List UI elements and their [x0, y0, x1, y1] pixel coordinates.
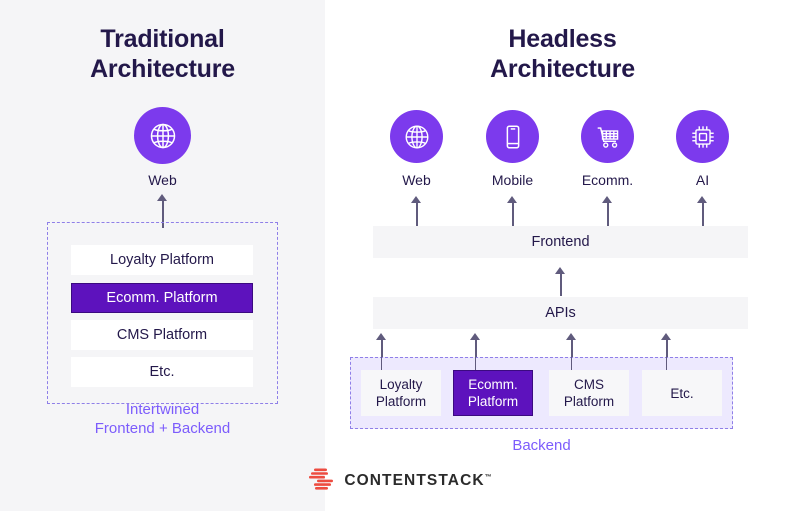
service-box-loyalty-platform[interactable]: Loyalty Platform: [361, 370, 441, 416]
headless-panel-title: Headless Architecture: [325, 24, 800, 84]
headless-architecture-panel: Headless Architecture Web Mobile Ecomm. …: [325, 0, 800, 511]
headless-ai-badge: [676, 110, 729, 163]
apis-layer-bar: APIs: [373, 297, 748, 329]
service-box-etc-line1: Etc.: [670, 385, 694, 401]
traditional-title-line1: Traditional: [100, 25, 225, 53]
arrow-etc-to-apis: [661, 333, 672, 358]
connector-ecomm: [474, 357, 477, 371]
globe-icon: [402, 122, 432, 152]
intertwined-caption-line2: Frontend + Backend: [94, 420, 231, 437]
headless-ecomm-badge: [581, 110, 634, 163]
stack-box-loyalty-platform-label: Loyalty Platform: [110, 252, 214, 268]
headless-mobile-badge: [486, 110, 539, 163]
headless-web-label: Web: [402, 172, 431, 188]
cpu-chip-icon: [688, 122, 718, 152]
arrow-ecomm-to-apis: [470, 333, 481, 358]
service-box-loyalty-platform-line2: Platform: [375, 394, 427, 409]
service-box-ecomm-platform[interactable]: Ecomm. Platform: [453, 370, 533, 416]
service-box-cms-platform-line2: Platform: [563, 394, 615, 409]
contentstack-logo-mark: [308, 467, 335, 496]
traditional-architecture-panel: Traditional Architecture Web Loyalty Pla…: [0, 0, 325, 511]
shopping-cart-icon: [593, 122, 623, 152]
intertwined-caption: Intertwined Frontend + Backend: [32, 400, 293, 438]
arrow-apis-to-frontend: [555, 267, 566, 296]
stack-box-etc-label: Etc.: [149, 364, 175, 380]
globe-icon: [147, 120, 179, 152]
mobile-icon: [498, 122, 528, 152]
service-box-etc[interactable]: Etc.: [642, 370, 722, 416]
backend-caption: Backend: [512, 437, 571, 454]
service-box-ecomm-platform-line1: Ecomm.: [468, 377, 518, 392]
headless-title-line1: Headless: [508, 25, 617, 53]
service-box-loyalty-platform-line1: Loyalty: [379, 377, 423, 392]
arrow-frontend-to-ai: [697, 196, 708, 226]
headless-mobile-label: Mobile: [491, 172, 534, 188]
stack-box-etc[interactable]: Etc.: [71, 357, 253, 387]
arrow-frontend-to-ecomm: [602, 196, 613, 226]
service-box-cms-platform[interactable]: CMS Platform: [549, 370, 629, 416]
frontend-layer-bar: Frontend: [373, 226, 748, 258]
stack-box-loyalty-platform[interactable]: Loyalty Platform: [71, 245, 253, 275]
contentstack-wordmark-text: CONTENTSTACK: [344, 472, 485, 489]
headless-web-badge: [390, 110, 443, 163]
headless-ai-label: AI: [695, 172, 710, 188]
traditional-web-label: Web: [148, 172, 177, 188]
stack-box-ecomm-platform-label: Ecomm. Platform: [106, 290, 218, 306]
connector-loyalty: [380, 357, 383, 371]
diagram-canvas: Traditional Architecture Web Loyalty Pla…: [0, 0, 800, 511]
stack-box-cms-platform-label: CMS Platform: [116, 327, 208, 343]
intertwined-caption-line1: Intertwined: [125, 401, 200, 418]
headless-ecomm-label: Ecomm.: [581, 172, 634, 188]
stack-box-cms-platform[interactable]: CMS Platform: [71, 320, 253, 350]
traditional-panel-title: Traditional Architecture: [0, 24, 325, 84]
service-box-cms-platform-line1: CMS: [573, 377, 604, 392]
stack-box-ecomm-platform[interactable]: Ecomm. Platform: [71, 283, 253, 313]
arrow-loyalty-to-apis: [376, 333, 387, 358]
frontend-layer-label: Frontend: [531, 234, 590, 250]
arrow-cms-to-apis: [566, 333, 577, 358]
contentstack-logo: CONTENTSTACK™: [0, 466, 800, 496]
apis-layer-label: APIs: [545, 305, 576, 321]
traditional-title-line2: Architecture: [90, 55, 235, 83]
arrow-frontend-to-mobile: [507, 196, 518, 226]
connector-etc: [665, 357, 668, 371]
trademark-symbol: ™: [484, 473, 492, 481]
connector-cms: [570, 357, 573, 371]
contentstack-wordmark: CONTENTSTACK™: [344, 472, 491, 490]
arrow-frontend-to-web: [411, 196, 422, 226]
traditional-web-badge: [134, 107, 191, 164]
headless-title-line2: Architecture: [490, 55, 635, 83]
service-box-ecomm-platform-line2: Platform: [467, 394, 519, 409]
